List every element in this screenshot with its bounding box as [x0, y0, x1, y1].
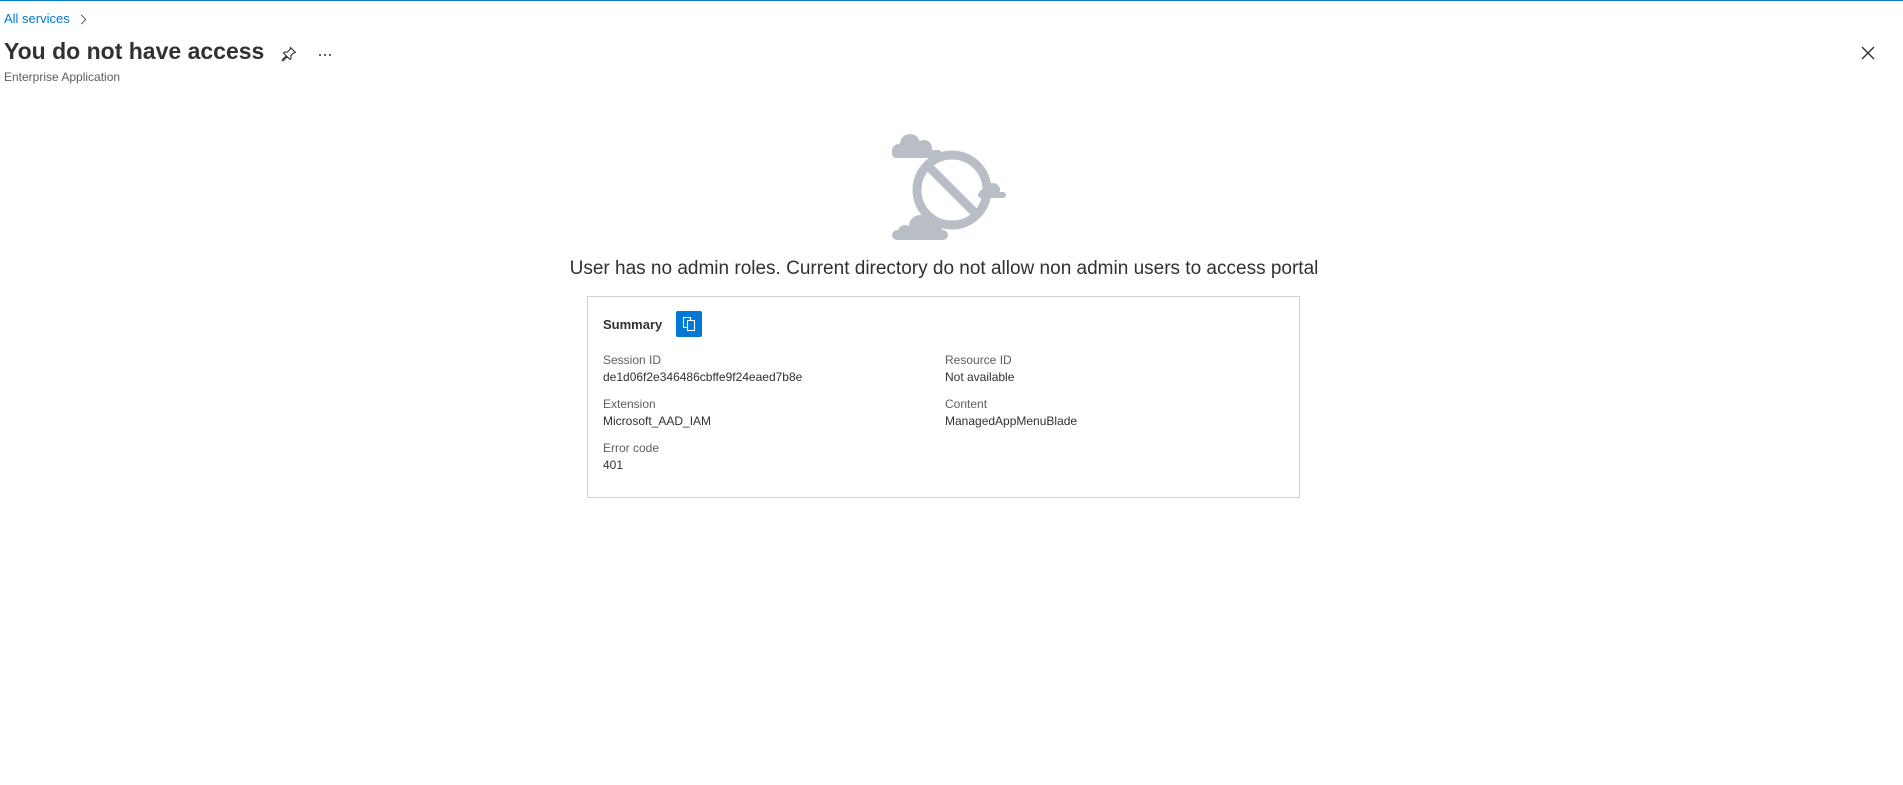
field-label: Content	[945, 397, 988, 411]
field-resource-id: Resource ID Not available	[945, 353, 1014, 385]
summary-header: Summary	[603, 311, 703, 337]
breadcrumb-all-services[interactable]: All services	[4, 11, 70, 26]
breadcrumb: All services	[4, 11, 87, 26]
field-session-id: Session ID de1d06f2e346486cbffe9f24eaed7…	[603, 353, 802, 385]
access-denied-message: User has no admin roles. Current directo…	[569, 258, 1319, 279]
title-actions	[279, 44, 335, 64]
field-content: Content ManagedAppMenuBlade	[945, 397, 1077, 429]
field-extension: Extension Microsoft_AAD_IAM	[603, 397, 711, 429]
chevron-right-icon	[76, 14, 87, 24]
more-icon[interactable]	[315, 44, 335, 64]
field-value: Microsoft_AAD_IAM	[603, 414, 712, 428]
field-value: de1d06f2e346486cbffe9f24eaed7b8e	[603, 370, 803, 384]
no-access-cloud-illustration	[880, 128, 1010, 242]
field-label: Session ID	[603, 353, 662, 367]
copy-icon[interactable]	[676, 311, 703, 337]
field-value: ManagedAppMenuBlade	[945, 414, 1078, 428]
field-error-code: Error code 401	[603, 441, 659, 473]
pin-icon[interactable]	[279, 44, 299, 64]
top-accent-line	[0, 0, 1903, 1]
field-label: Resource ID	[945, 353, 1012, 367]
field-label: Extension	[603, 397, 656, 411]
field-label: Error code	[603, 441, 660, 455]
close-icon[interactable]	[1858, 43, 1878, 63]
summary-title: Summary	[603, 316, 663, 332]
summary-panel: Summary Session ID de1d06f2e346486cbffe9…	[587, 296, 1300, 498]
field-value: 401	[603, 458, 624, 472]
page-title: You do not have access	[4, 38, 265, 64]
field-value: Not available	[945, 370, 1015, 384]
page-subtitle: Enterprise Application	[4, 70, 121, 84]
